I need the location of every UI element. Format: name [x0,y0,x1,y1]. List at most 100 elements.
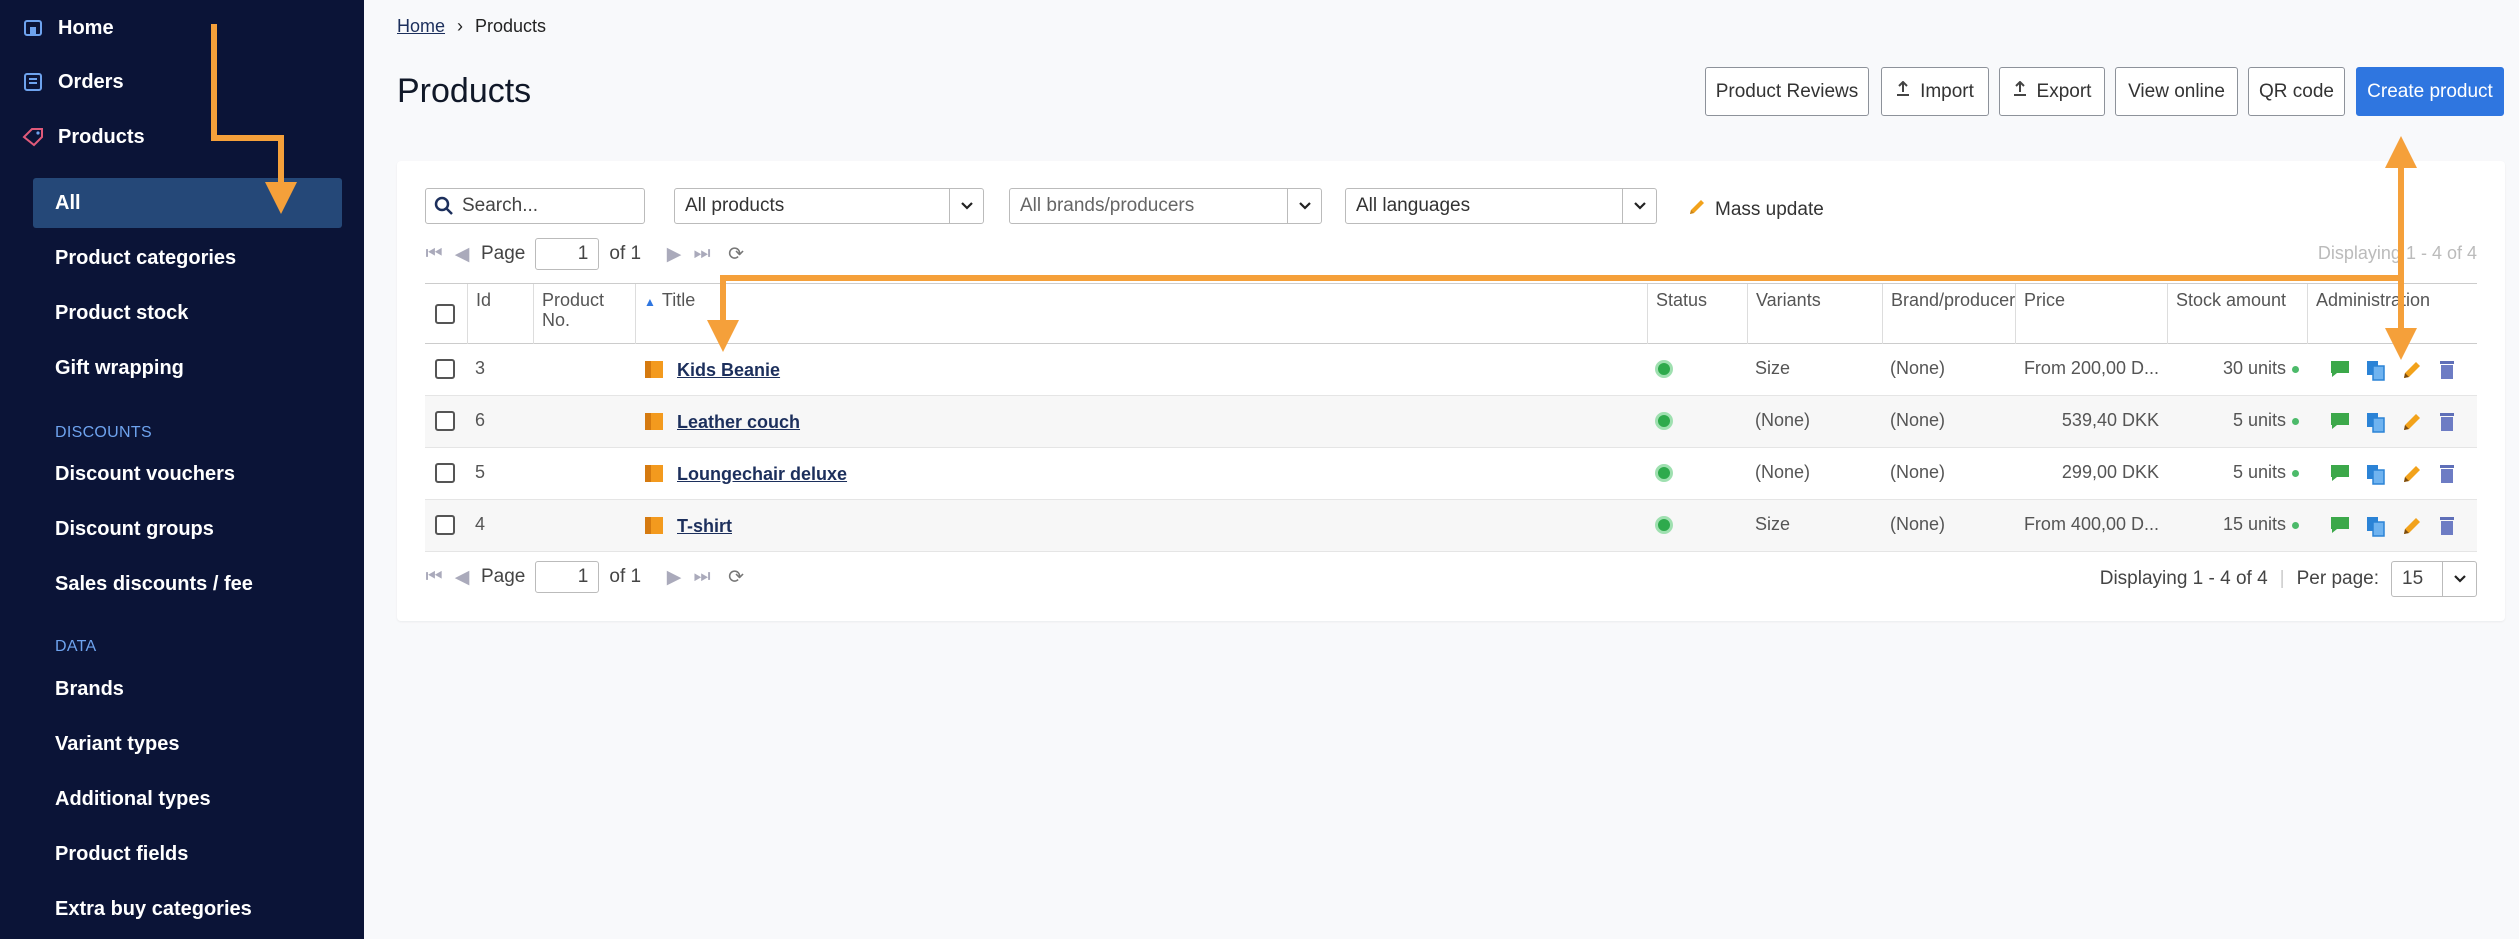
trash-icon[interactable] [2437,411,2457,448]
copy-icon[interactable] [2365,411,2387,448]
trash-icon[interactable] [2437,515,2457,552]
prev-page-icon[interactable]: ◀ [453,244,471,265]
sidebar-item-label: Home [58,16,114,39]
sidebar-section-discounts: DISCOUNTS [55,424,152,441]
table-row[interactable]: 4 T-shirt Size (None) From 400,00 D... 15 uni… [425,500,2477,552]
sidebar-item-all[interactable]: All [55,178,81,228]
sidebar-item-home[interactable]: Home [22,3,114,53]
import-button[interactable]: Import [1881,67,1989,116]
search-icon [434,196,454,216]
edit-pencil-icon[interactable] [2401,463,2423,500]
cell-variants: (None) [1755,462,1811,482]
comment-icon[interactable] [2329,515,2351,552]
last-page-icon[interactable]: ⏭ [693,566,711,587]
row-checkbox[interactable] [435,515,455,535]
cell-stock: 15 units [2167,500,2307,552]
languages-filter-select[interactable]: All languages [1345,188,1657,224]
export-button[interactable]: Export [1999,67,2105,116]
sidebar-item-extra-buy-categories[interactable]: Extra buy categories [55,884,252,934]
breadcrumb-home-link[interactable]: Home [397,16,445,37]
column-header-price[interactable]: Price [2015,284,2167,344]
stock-ok-icon [2292,469,2299,477]
search-input[interactable]: Search... [425,188,645,224]
next-page-icon[interactable]: ▶ [665,567,683,588]
column-header-status[interactable]: Status [1647,284,1747,344]
sidebar-item-gift-wrapping[interactable]: Gift wrapping [55,343,184,393]
row-checkbox[interactable] [435,463,455,483]
brands-filter-select[interactable]: All brands/producers [1009,188,1322,224]
comment-icon[interactable] [2329,359,2351,396]
select-value: All languages [1356,195,1471,216]
view-online-button[interactable]: View online [2115,67,2238,116]
row-checkbox[interactable] [435,359,455,379]
sidebar-item-product-stock[interactable]: Product stock [55,288,188,338]
trash-icon[interactable] [2437,359,2457,396]
stock-value: 15 units [2222,514,2286,534]
sidebar-item-discount-groups[interactable]: Discount groups [55,504,214,554]
row-checkbox[interactable] [435,411,455,431]
display-count-top: Displaying 1 - 4 of 4 [2317,243,2477,263]
comment-icon[interactable] [2329,411,2351,448]
refresh-icon[interactable]: ⟳ [727,244,745,265]
first-page-icon[interactable]: ⏮ [425,243,443,264]
chevron-down-icon [1287,189,1321,223]
cell-title: T-shirt [635,500,1235,552]
comment-icon[interactable] [2329,463,2351,500]
trash-icon[interactable] [2437,463,2457,500]
last-page-icon[interactable]: ⏭ [693,243,711,264]
select-all-checkbox[interactable] [435,304,455,324]
sidebar-item-product-categories[interactable]: Product categories [55,233,236,283]
prev-page-icon[interactable]: ◀ [453,567,471,588]
page-number-input[interactable]: 1 [535,561,600,593]
cell-title: Loungechair deluxe [635,448,1235,500]
column-header-brand[interactable]: Brand/producer [1882,284,2015,344]
sidebar-item-sales-discounts[interactable]: Sales discounts / fee [55,559,253,609]
column-header-id[interactable]: Id [467,284,533,344]
copy-icon[interactable] [2365,515,2387,552]
sidebar-item-products[interactable]: Products [22,112,145,162]
sidebar-item-orders[interactable]: Orders [22,57,124,107]
page-number-input[interactable]: 1 [535,238,600,270]
sidebar-item-label: Gift wrapping [55,356,184,379]
first-page-icon[interactable]: ⏮ [425,566,443,587]
chevron-down-icon [2442,562,2476,596]
product-title-link[interactable]: T-shirt [677,516,732,537]
sidebar-item-additional-types[interactable]: Additional types [55,774,211,824]
sidebar-item-label: Discount vouchers [55,462,236,485]
create-product-button[interactable]: Create product [2356,67,2504,116]
edit-pencil-icon[interactable] [2401,359,2423,396]
table-row[interactable]: 5 Loungechair deluxe (None) (None) 299,00 DK… [425,448,2477,500]
product-box-icon [643,410,667,437]
sidebar-item-discount-vouchers[interactable]: Discount vouchers [55,449,235,499]
next-page-icon[interactable]: ▶ [665,244,683,265]
status-active-icon [1655,464,1673,482]
cell-administration [2307,396,2477,448]
product-reviews-button[interactable]: Product Reviews [1705,67,1869,116]
products-filter-select[interactable]: All products [674,188,984,224]
column-header-stock[interactable]: Stock amount [2167,284,2307,344]
sidebar-item-product-fields[interactable]: Product fields [55,829,188,879]
cell-price: From 400,00 D... [2023,514,2159,534]
column-header-variants[interactable]: Variants [1747,284,1882,344]
copy-icon[interactable] [2365,463,2387,500]
column-header-title[interactable]: ▲ Title [635,284,1647,344]
refresh-icon[interactable]: ⟳ [727,567,745,588]
page-of-label: of 1 [609,566,642,587]
pencil-icon [1687,197,1707,223]
edit-pencil-icon[interactable] [2401,411,2423,448]
product-title-link[interactable]: Loungechair deluxe [677,464,847,485]
per-page-select[interactable]: 15 [2391,561,2477,597]
cell-variants: (None) [1755,410,1811,430]
copy-icon[interactable] [2365,359,2387,396]
sidebar-item-brands[interactable]: Brands [55,664,124,714]
table-row[interactable]: 6 Leather couch (None) (None) 539,40 DKK 5 un… [425,396,2477,448]
product-title-link[interactable]: Kids Beanie [677,360,780,381]
mass-update-button[interactable]: Mass update [1687,197,1824,223]
product-title-link[interactable]: Leather couch [677,412,800,433]
cell-title: Leather couch [635,396,1235,448]
column-header-product-no[interactable]: Product No. [533,284,635,344]
edit-pencil-icon[interactable] [2401,515,2423,552]
qr-code-button[interactable]: QR code [2248,67,2345,116]
table-row[interactable]: 3 Kids Beanie Size (None) From 200,00 D... 30… [425,344,2477,396]
sidebar-item-variant-types[interactable]: Variant types [55,719,180,769]
